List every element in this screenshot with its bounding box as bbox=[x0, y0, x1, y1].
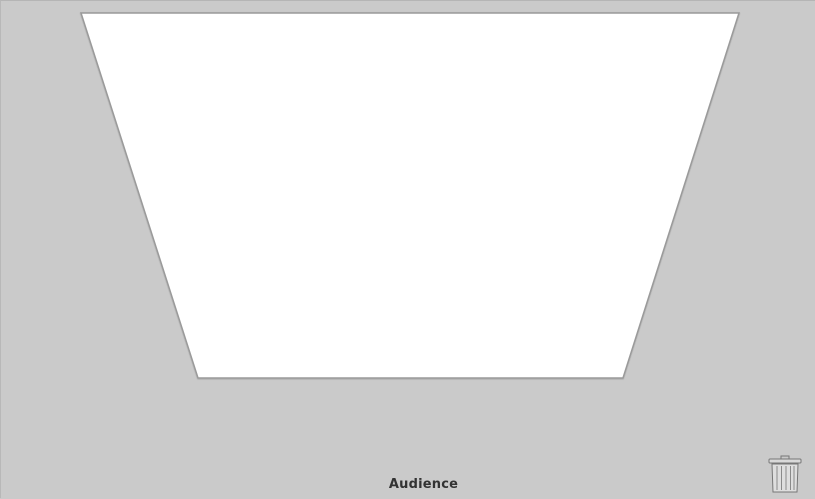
audience-label: Audience bbox=[388, 477, 459, 492]
seating-canvas[interactable]: Audience bbox=[0, 0, 815, 498]
trash-can-icon[interactable] bbox=[765, 454, 805, 494]
stage-shape[interactable] bbox=[79, 12, 741, 379]
stage-area[interactable] bbox=[1, 1, 815, 499]
